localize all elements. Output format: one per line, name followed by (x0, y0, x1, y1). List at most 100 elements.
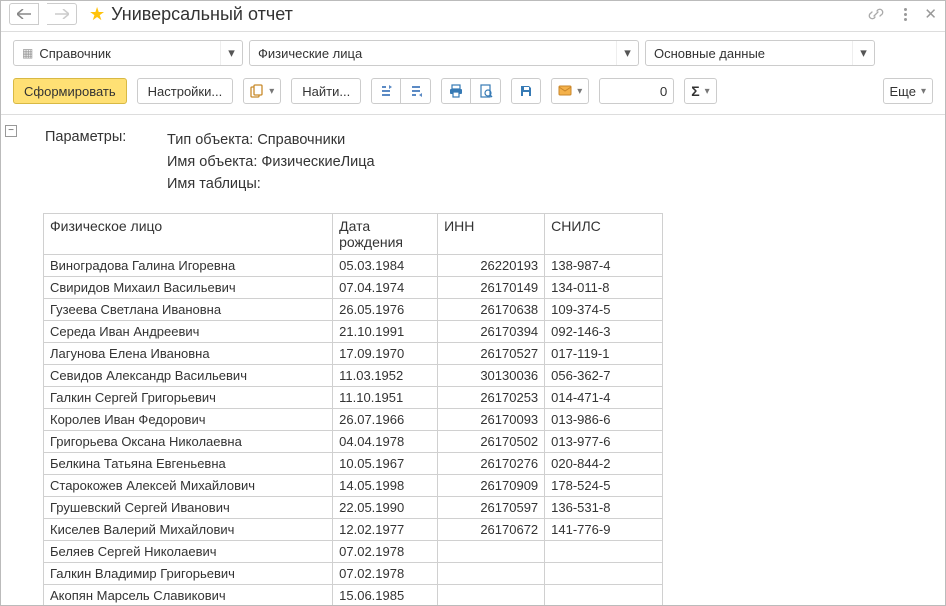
cell-birth: 22.05.1990 (333, 497, 438, 519)
table-row[interactable]: Виноградова Галина Игоревна05.03.1984262… (44, 255, 663, 277)
param-object-name: Имя объекта: ФизическиеЛица (167, 151, 375, 173)
cell-birth: 14.05.1998 (333, 475, 438, 497)
nav-forward-button[interactable] (47, 3, 77, 25)
report-parameters: Параметры: Тип объекта: Справочники Имя … (21, 115, 941, 201)
cell-inn: 26170149 (438, 277, 545, 299)
cell-snils: 056-362-7 (545, 365, 663, 387)
cell-inn: 26170909 (438, 475, 545, 497)
cell-snils: 014-471-4 (545, 387, 663, 409)
cell-snils: 178-524-5 (545, 475, 663, 497)
table-row[interactable]: Грушевский Сергей Иванович22.05.19902617… (44, 497, 663, 519)
link-icon[interactable] (868, 6, 886, 22)
table-row[interactable]: Свиридов Михаил Васильевич07.04.19742617… (44, 277, 663, 299)
cell-person: Беляев Сергей Николаевич (44, 541, 333, 563)
cell-inn: 30130036 (438, 365, 545, 387)
find-button[interactable]: Найти... (291, 78, 361, 104)
cell-inn: 26170394 (438, 321, 545, 343)
expand-icon (379, 84, 393, 98)
chevron-down-icon: ▾ (921, 86, 926, 97)
table-name-select[interactable]: Основные данные ▾ (645, 40, 875, 66)
preview-button[interactable] (471, 78, 501, 104)
table-row[interactable]: Севидов Александр Васильевич11.03.195230… (44, 365, 663, 387)
cell-birth: 10.05.1967 (333, 453, 438, 475)
copies-input[interactable] (599, 78, 674, 104)
cell-snils: 141-776-9 (545, 519, 663, 541)
cell-inn: 26170672 (438, 519, 545, 541)
cell-person: Виноградова Галина Игоревна (44, 255, 333, 277)
sum-button[interactable]: Σ ▾ (684, 78, 716, 104)
cell-snils: 109-374-5 (545, 299, 663, 321)
table-row[interactable]: Галкин Владимир Григорьевич07.02.1978 (44, 563, 663, 585)
cell-inn (438, 541, 545, 563)
envelope-icon (558, 85, 572, 97)
copy-icon (250, 84, 264, 98)
arrow-left-icon (17, 9, 31, 19)
table-icon: ▦ (22, 46, 33, 60)
cell-birth: 12.02.1977 (333, 519, 438, 541)
object-selectors: ▦ Справочник ▾ Физические лица ▾ Основные… (1, 32, 945, 74)
col-birth: Дата рождения (333, 214, 438, 255)
table-row[interactable]: Королев Иван Федорович26.07.196626170093… (44, 409, 663, 431)
table-row[interactable]: Белкина Татьяна Евгеньевна10.05.19672617… (44, 453, 663, 475)
print-button[interactable] (441, 78, 471, 104)
cell-person: Белкина Татьяна Евгеньевна (44, 453, 333, 475)
cell-snils: 013-986-6 (545, 409, 663, 431)
cell-birth: 21.10.1991 (333, 321, 438, 343)
cell-inn: 26170093 (438, 409, 545, 431)
cell-snils: 020-844-2 (545, 453, 663, 475)
cell-inn: 26170253 (438, 387, 545, 409)
cell-birth: 26.05.1976 (333, 299, 438, 321)
more-menu-icon[interactable] (898, 8, 912, 21)
object-type-select[interactable]: ▦ Справочник ▾ (13, 40, 243, 66)
cell-birth: 07.04.1974 (333, 277, 438, 299)
cell-person: Севидов Александр Васильевич (44, 365, 333, 387)
close-icon[interactable]: ✕ (924, 5, 937, 23)
diskette-icon (519, 84, 533, 98)
cell-person: Лагунова Елена Ивановна (44, 343, 333, 365)
table-row[interactable]: Акопян Марсель Славикович15.06.1985 (44, 585, 663, 606)
cell-snils: 136-531-8 (545, 497, 663, 519)
cell-person: Акопян Марсель Славикович (44, 585, 333, 606)
favorite-star-icon[interactable]: ★ (89, 4, 105, 25)
nav-back-button[interactable] (9, 3, 39, 25)
save-button[interactable] (511, 78, 541, 104)
send-button[interactable]: ▾ (551, 78, 589, 104)
table-row[interactable]: Григорьева Оксана Николаевна04.04.197826… (44, 431, 663, 453)
report-viewport[interactable]: Параметры: Тип объекта: Справочники Имя … (21, 115, 945, 605)
arrow-right-icon (55, 9, 69, 19)
cell-person: Галкин Сергей Григорьевич (44, 387, 333, 409)
table-row[interactable]: Лагунова Елена Ивановна17.09.19702617052… (44, 343, 663, 365)
cell-birth: 07.02.1978 (333, 563, 438, 585)
generate-button[interactable]: Сформировать (13, 78, 127, 104)
toolbar: Сформировать Настройки... ▾ Найти... (1, 74, 945, 114)
table-row[interactable]: Беляев Сергей Николаевич07.02.1978 (44, 541, 663, 563)
col-person: Физическое лицо (44, 214, 333, 255)
object-type-value: Справочник (39, 46, 111, 61)
table-row[interactable]: Середа Иван Андреевич21.10.1991261703940… (44, 321, 663, 343)
collapse-toggle[interactable]: − (5, 125, 17, 137)
cell-birth: 17.09.1970 (333, 343, 438, 365)
expand-all-button[interactable] (371, 78, 401, 104)
chevron-down-icon: ▾ (220, 41, 242, 65)
cell-birth: 15.06.1985 (333, 585, 438, 606)
settings-button[interactable]: Настройки... (137, 78, 234, 104)
cell-inn: 26170638 (438, 299, 545, 321)
object-name-select[interactable]: Физические лица ▾ (249, 40, 639, 66)
collapse-all-button[interactable] (401, 78, 431, 104)
sigma-icon: Σ (691, 83, 699, 99)
table-row[interactable]: Гузеева Светлана Ивановна26.05.197626170… (44, 299, 663, 321)
variants-button[interactable]: ▾ (243, 78, 281, 104)
table-row[interactable]: Старокожев Алексей Михайлович14.05.19982… (44, 475, 663, 497)
cell-inn (438, 563, 545, 585)
table-row[interactable]: Галкин Сергей Григорьевич11.10.195126170… (44, 387, 663, 409)
chevron-down-icon: ▾ (852, 41, 874, 65)
cell-snils: 134-011-8 (545, 277, 663, 299)
cell-person: Гузеева Светлана Ивановна (44, 299, 333, 321)
cell-person: Середа Иван Андреевич (44, 321, 333, 343)
cell-snils (545, 585, 663, 606)
table-row[interactable]: Киселев Валерий Михайлович12.02.19772617… (44, 519, 663, 541)
chevron-down-icon: ▾ (616, 41, 638, 65)
more-button[interactable]: Еще ▾ (883, 78, 933, 104)
cell-person: Киселев Валерий Михайлович (44, 519, 333, 541)
chevron-down-icon: ▾ (705, 86, 710, 97)
